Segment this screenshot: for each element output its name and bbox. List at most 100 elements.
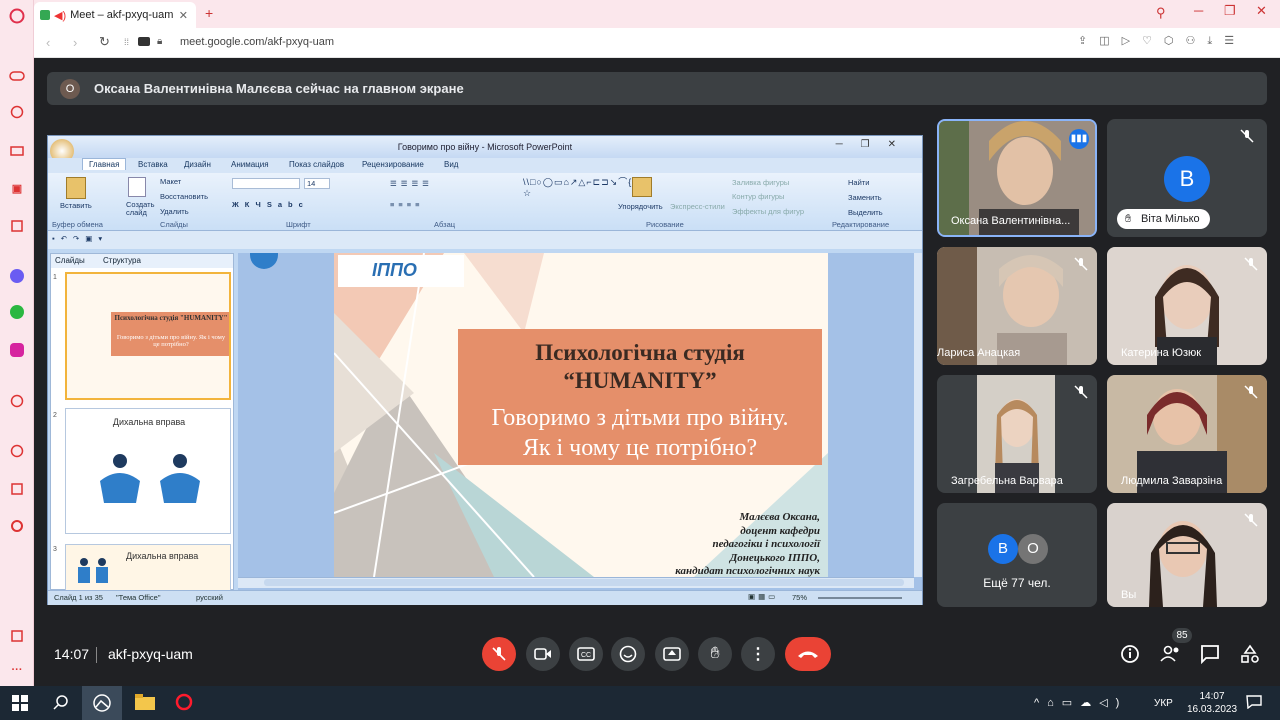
ppt-tab-review[interactable]: Рецензирование bbox=[362, 160, 424, 169]
paste-button[interactable]: Вставить bbox=[60, 201, 92, 210]
new-tab-icon[interactable]: + bbox=[205, 5, 213, 21]
new-slide-button[interactable]: Создать слайд bbox=[126, 201, 156, 217]
back-icon[interactable]: ‹ bbox=[46, 35, 50, 50]
participant-tile[interactable]: Катерина Юзюк bbox=[1107, 247, 1267, 365]
messenger-icon[interactable] bbox=[9, 268, 25, 284]
vertical-scrollbar[interactable] bbox=[914, 253, 922, 577]
mic-toggle-button[interactable] bbox=[482, 637, 516, 671]
system-tray-icons[interactable]: ^⌂▭☁◁) bbox=[1034, 696, 1127, 709]
speedometer-icon[interactable] bbox=[9, 104, 25, 120]
activities-icon[interactable] bbox=[1240, 644, 1260, 664]
file-explorer-icon[interactable] bbox=[135, 694, 155, 710]
twitch-icon[interactable]: ▣ bbox=[9, 180, 25, 196]
view-buttons[interactable]: ▣▦▭ bbox=[748, 592, 778, 601]
gamepad-icon[interactable] bbox=[9, 68, 25, 84]
box-icon[interactable] bbox=[9, 481, 25, 497]
font-name-box[interactable] bbox=[232, 178, 300, 189]
captions-button[interactable]: CC bbox=[569, 637, 603, 671]
participant-tile[interactable]: В ✋︎ Віта Мілько bbox=[1107, 119, 1267, 237]
windows-start-icon[interactable] bbox=[12, 695, 28, 711]
meeting-details-icon[interactable] bbox=[1120, 644, 1140, 664]
self-tile[interactable]: Вы bbox=[1107, 503, 1267, 607]
slide-thumbnail[interactable]: Психологічна студія "HUMANITY" Говоримо … bbox=[65, 272, 231, 400]
arrange-button[interactable]: Упорядочить bbox=[618, 202, 663, 211]
ppt-tab-view[interactable]: Вид bbox=[444, 160, 458, 169]
arrange-icon[interactable] bbox=[632, 177, 652, 197]
camera-toggle-button[interactable] bbox=[526, 637, 560, 671]
forward-icon[interactable]: › bbox=[73, 35, 77, 50]
ppt-tab-insert[interactable]: Вставка bbox=[138, 160, 168, 169]
input-language[interactable]: УКР bbox=[1154, 698, 1173, 709]
participant-tile[interactable]: ▮▮▮ Оксана Валентинівна... bbox=[937, 119, 1097, 237]
reactions-button[interactable] bbox=[611, 637, 645, 671]
briefcase-icon[interactable] bbox=[9, 142, 25, 158]
taskbar-clock[interactable]: 14:07 16.03.2023 bbox=[1186, 690, 1238, 716]
ppt-tab-animation[interactable]: Анимация bbox=[231, 160, 269, 169]
reload-icon[interactable]: ↻ bbox=[99, 34, 110, 50]
lock-icon[interactable]: 🔒︎ bbox=[157, 36, 162, 47]
maximize-icon[interactable]: ❐ bbox=[1224, 3, 1236, 19]
close-window-icon[interactable]: ✕ bbox=[1256, 3, 1267, 19]
zoom-slider[interactable] bbox=[818, 597, 902, 599]
browser-tab[interactable]: ◀) Meet – akf-pxyq-uam ✕ bbox=[34, 2, 196, 28]
extensions-icon[interactable] bbox=[9, 628, 25, 644]
raise-hand-button[interactable]: ✋︎ bbox=[698, 637, 732, 671]
slide-thumbnail[interactable]: Дихальна вправа bbox=[65, 408, 231, 534]
url-text[interactable]: meet.google.com/akf-pxyq-uam bbox=[180, 36, 334, 48]
ppt-tab-slideshow[interactable]: Показ слайдов bbox=[289, 160, 344, 169]
chat-icon[interactable] bbox=[1200, 644, 1220, 664]
scroll-thumb[interactable] bbox=[264, 579, 904, 586]
reset-button[interactable]: Восстановить bbox=[160, 192, 208, 201]
ppt-tab-home[interactable]: Главная bbox=[82, 158, 127, 170]
delete-button[interactable]: Удалить bbox=[160, 207, 189, 216]
horizontal-scrollbar[interactable] bbox=[238, 577, 914, 588]
ppt-window-controls[interactable]: ─❐✕ bbox=[836, 139, 914, 150]
opera-logo-icon[interactable] bbox=[9, 8, 25, 24]
ppt-tab-design[interactable]: Дизайн bbox=[184, 160, 211, 169]
present-button[interactable] bbox=[655, 637, 689, 671]
audio-playing-icon[interactable]: ◀) bbox=[54, 9, 66, 22]
shape-fill-button[interactable]: Заливка фигуры bbox=[732, 178, 789, 187]
more-participants-tile[interactable]: В О Ещё 77 чел. bbox=[937, 503, 1097, 607]
find-button[interactable]: Найти bbox=[848, 178, 869, 187]
camera-indicator-icon[interactable] bbox=[138, 37, 150, 46]
search-icon[interactable] bbox=[53, 694, 69, 710]
shapes-gallery[interactable]: \\□○◯▭⌂↗△⌐⊏⊐↘⌒{}☆ bbox=[523, 177, 635, 199]
slide-thumbnail[interactable]: Дихальна вправа bbox=[65, 544, 231, 591]
speed-dial-icon[interactable]: ⁞⁞ bbox=[124, 37, 129, 47]
participant-tile[interactable]: Людмила Заварзіна bbox=[1107, 375, 1267, 493]
address-actions[interactable]: ⇪◫▷♡⬡⚇⤓☰ bbox=[1078, 34, 1246, 48]
cube-icon[interactable] bbox=[9, 218, 25, 234]
new-slide-icon[interactable] bbox=[128, 177, 146, 197]
align-buttons[interactable]: ≡≡≡≡ bbox=[390, 200, 424, 209]
leave-call-button[interactable] bbox=[785, 637, 831, 671]
font-size-box[interactable]: 14 bbox=[304, 178, 330, 189]
font-format-buttons[interactable]: ЖКЧSabc bbox=[232, 200, 309, 209]
notifications-icon[interactable] bbox=[1246, 695, 1262, 709]
close-tab-icon[interactable]: ✕ bbox=[179, 9, 188, 22]
people-icon[interactable] bbox=[1160, 644, 1182, 664]
select-button[interactable]: Выделить bbox=[848, 208, 883, 217]
whatsapp-icon[interactable] bbox=[9, 304, 25, 320]
pane-tab-outline[interactable]: Структура bbox=[103, 256, 141, 265]
replace-button[interactable]: Заменить bbox=[848, 193, 882, 202]
player-icon[interactable] bbox=[9, 393, 25, 409]
layout-button[interactable]: Макет bbox=[160, 177, 181, 186]
instagram-icon[interactable] bbox=[9, 342, 25, 358]
participant-tile[interactable]: Лариса Анацкая bbox=[937, 247, 1097, 365]
more-options-button[interactable]: ⋮ bbox=[741, 637, 775, 671]
participant-tile[interactable]: Загребельна Варвара bbox=[937, 375, 1097, 493]
pane-tab-slides[interactable]: Слайды bbox=[55, 256, 85, 265]
search-tabs-icon[interactable]: ⚲ bbox=[1156, 5, 1166, 21]
opera-taskbar-icon[interactable] bbox=[175, 693, 193, 711]
history-icon[interactable] bbox=[9, 443, 25, 459]
quick-styles-button[interactable]: Экспресс-стили bbox=[670, 202, 725, 211]
taskbar-app-active[interactable] bbox=[82, 686, 122, 720]
quick-access-icons[interactable]: ▪↶↷▣▾ bbox=[52, 234, 108, 243]
shape-effects-button[interactable]: Эффекты для фигур bbox=[732, 207, 804, 216]
shape-outline-button[interactable]: Контур фигуры bbox=[732, 192, 784, 201]
current-slide[interactable]: ІППО Психологічна студія “HUMANITY” Гово… bbox=[334, 253, 828, 577]
paste-icon[interactable] bbox=[66, 177, 86, 199]
more-icon[interactable]: ··· bbox=[9, 662, 25, 678]
minimize-icon[interactable]: ─ bbox=[1194, 3, 1203, 18]
